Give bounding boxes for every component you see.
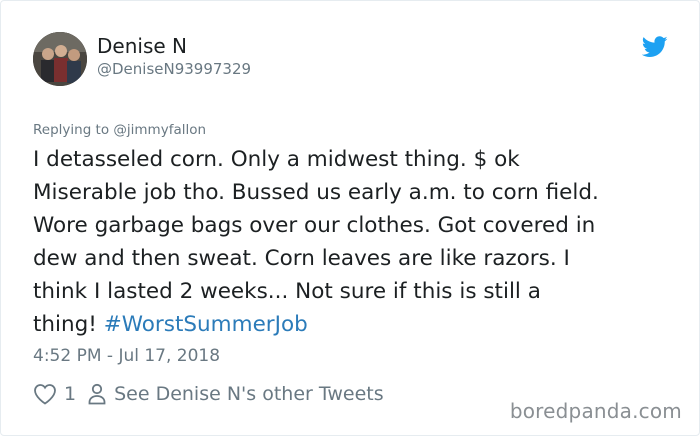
tweet-line: think I lasted 2 weeks... Not sure if th… bbox=[33, 279, 541, 304]
heart-icon[interactable] bbox=[33, 383, 57, 405]
tweet-line: Wore garbage bags over our clothes. Got … bbox=[33, 213, 596, 238]
tweet-line: I detasseled corn. Only a midwest thing.… bbox=[33, 147, 520, 172]
timestamp[interactable]: 4:52 PM - Jul 17, 2018 bbox=[33, 345, 220, 367]
replying-label: Replying to bbox=[33, 122, 110, 138]
user-handle[interactable]: @DeniseN93997329 bbox=[97, 59, 251, 79]
twitter-bird-icon[interactable] bbox=[642, 36, 668, 58]
watermark: boredpanda.com bbox=[509, 399, 682, 423]
tweet-line: dew and then sweat. Corn leaves are like… bbox=[33, 246, 570, 271]
tweet-text: I detasseled corn. Only a midwest thing.… bbox=[33, 143, 673, 341]
replying-to: Replying to @jimmyfallon bbox=[33, 121, 206, 139]
tweet-card: Denise N @DeniseN93997329 Replying to @j… bbox=[0, 0, 700, 436]
mention-link[interactable]: @jimmyfallon bbox=[113, 122, 206, 138]
person-icon bbox=[88, 383, 106, 405]
see-other-tweets-link[interactable]: See Denise N's other Tweets bbox=[114, 383, 384, 405]
tweet-actions: 1 See Denise N's other Tweets bbox=[33, 381, 384, 407]
tweet-line: thing! bbox=[33, 312, 104, 337]
avatar[interactable] bbox=[33, 32, 87, 86]
display-name[interactable]: Denise N bbox=[97, 33, 187, 59]
like-count[interactable]: 1 bbox=[64, 383, 76, 405]
tweet-line: Miserable job tho. Bussed us early a.m. … bbox=[33, 180, 599, 205]
hashtag-link[interactable]: #WorstSummerJob bbox=[104, 312, 308, 337]
avatar-photo bbox=[33, 32, 87, 86]
